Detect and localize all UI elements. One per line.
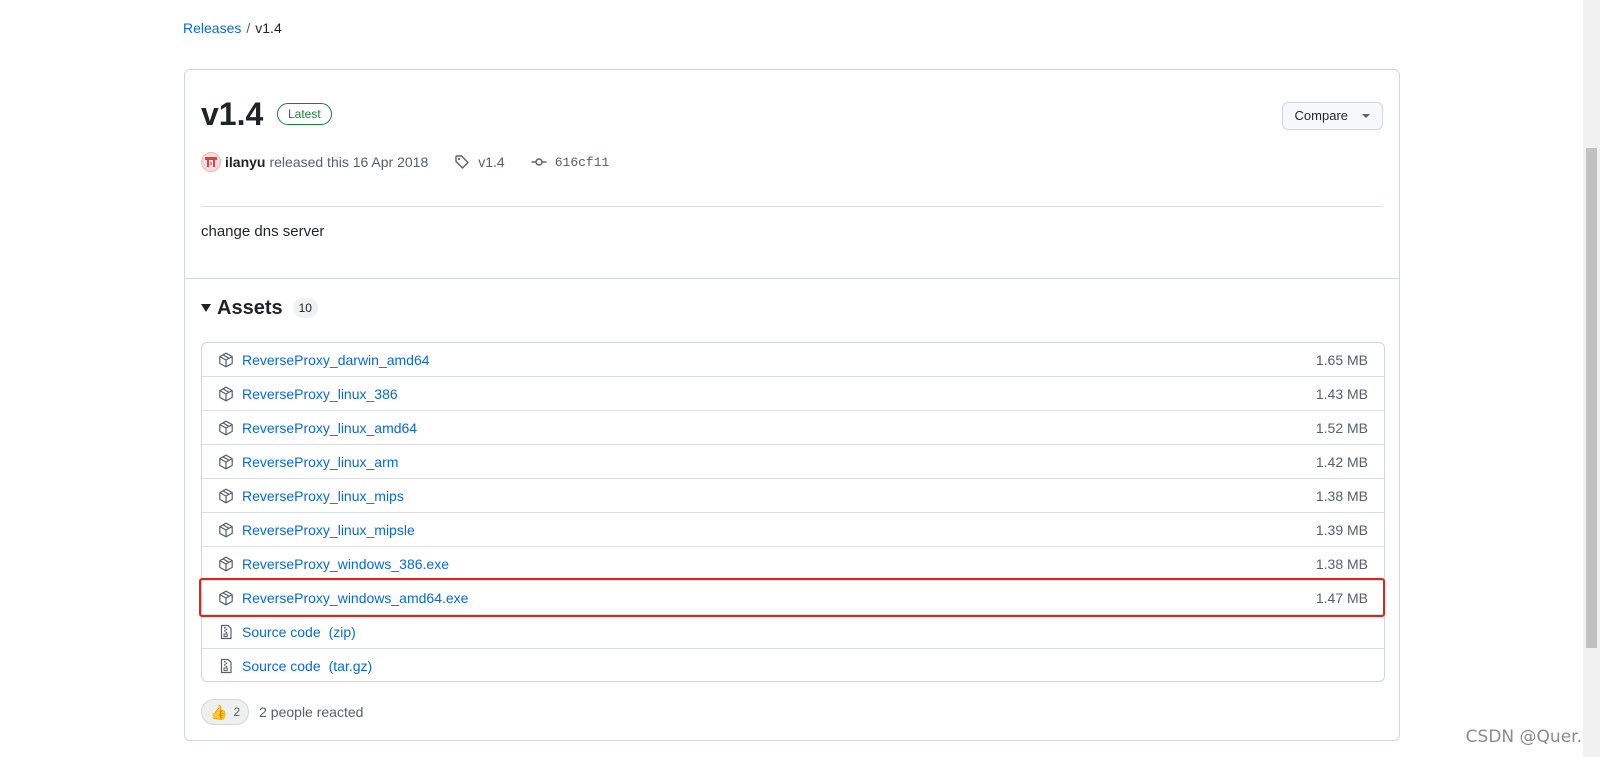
asset-size: 1.65 MB xyxy=(1315,351,1368,368)
watermark: CSDN @Quer. xyxy=(1465,727,1582,747)
tag-icon xyxy=(455,155,469,169)
asset-row: ReverseProxy_linux_386 1.43 MB xyxy=(202,376,1384,410)
release-meta: ilanyu released this 16 Apr 2018 v1.4 61… xyxy=(201,150,609,174)
asset-row: ReverseProxy_windows_386.exe 1.38 MB xyxy=(202,546,1384,580)
asset-row: ReverseProxy_darwin_amd64 1.65 MB xyxy=(202,343,1384,376)
asset-size: 1.39 MB xyxy=(1315,521,1368,538)
compare-button[interactable]: Compare xyxy=(1281,102,1383,130)
file-zip-icon xyxy=(220,624,232,639)
compare-label: Compare xyxy=(1294,108,1348,123)
thumbs-up-reaction-button[interactable]: 👍 2 xyxy=(201,699,250,725)
tag-link[interactable]: v1.4 xyxy=(454,154,505,170)
tag-name: v1.4 xyxy=(478,154,505,170)
asset-size: 1.42 MB xyxy=(1315,453,1368,470)
asset-row: ReverseProxy_linux_amd64 1.52 MB xyxy=(202,410,1384,444)
reaction-count: 2 xyxy=(233,705,241,719)
assets-title: Assets xyxy=(217,296,283,319)
release-card: v1.4 Latest Compare ilanyu released this… xyxy=(184,69,1400,741)
section-divider xyxy=(185,278,1399,279)
assets-toggle[interactable]: Assets 10 xyxy=(201,294,318,322)
asset-link[interactable]: ReverseProxy_windows_amd64.exe xyxy=(242,590,468,606)
asset-row: ReverseProxy_linux_mips 1.38 MB xyxy=(202,478,1384,512)
page: Releases / v1.4 v1.4 Latest Compare ilan… xyxy=(0,0,1600,757)
breadcrumb: Releases / v1.4 xyxy=(183,19,282,37)
package-icon xyxy=(219,556,233,571)
release-title[interactable]: v1.4 xyxy=(201,94,263,134)
latest-badge: Latest xyxy=(277,103,332,125)
file-zip-icon xyxy=(220,658,232,673)
scrollbar-thumb[interactable] xyxy=(1586,148,1597,648)
asset-size: 1.47 MB xyxy=(1315,589,1368,606)
asset-row: ReverseProxy_linux_mipsle 1.39 MB xyxy=(202,512,1384,546)
scrollbar[interactable] xyxy=(1583,0,1600,757)
package-icon xyxy=(219,488,233,503)
source-code-targz-link[interactable]: Source code xyxy=(242,658,321,674)
release-notes: change dns server xyxy=(201,223,325,240)
package-icon xyxy=(219,522,233,537)
assets-list: ReverseProxy_darwin_amd64 1.65 MB Revers… xyxy=(201,342,1385,682)
source-row: Source code (zip) xyxy=(202,614,1384,648)
assets-count-badge: 10 xyxy=(292,298,318,318)
avatar[interactable] xyxy=(201,152,221,172)
asset-size: 1.43 MB xyxy=(1315,385,1368,402)
commit-link[interactable]: 616cf11 xyxy=(531,154,610,170)
asset-row: ReverseProxy_linux_arm 1.42 MB xyxy=(202,444,1384,478)
package-icon xyxy=(219,590,233,605)
breadcrumb-separator: / xyxy=(246,20,251,36)
asset-link[interactable]: ReverseProxy_windows_386.exe xyxy=(242,556,449,572)
breadcrumb-releases-link[interactable]: Releases xyxy=(183,20,241,36)
header-divider xyxy=(201,206,1383,207)
commit-icon xyxy=(531,158,547,166)
avatar-image xyxy=(205,157,217,167)
breadcrumb-current: v1.4 xyxy=(255,20,282,36)
release-date: released this 16 Apr 2018 xyxy=(269,154,429,170)
asset-link[interactable]: ReverseProxy_linux_386 xyxy=(242,386,398,402)
asset-size: 1.38 MB xyxy=(1315,487,1368,504)
asset-size: 1.38 MB xyxy=(1315,555,1368,572)
caret-down-icon xyxy=(1362,114,1370,118)
package-icon xyxy=(219,352,233,367)
commit-sha: 616cf11 xyxy=(554,154,610,170)
source-format[interactable]: (zip) xyxy=(329,624,356,640)
thumbs-up-icon: 👍 xyxy=(210,704,228,720)
asset-link[interactable]: ReverseProxy_linux_mipsle xyxy=(242,522,415,538)
author-link[interactable]: ilanyu xyxy=(225,154,265,170)
asset-link[interactable]: ReverseProxy_darwin_amd64 xyxy=(242,352,430,368)
asset-link[interactable]: ReverseProxy_linux_amd64 xyxy=(242,420,417,436)
asset-row-highlighted: ReverseProxy_windows_amd64.exe 1.47 MB xyxy=(202,580,1384,614)
reactions: 👍 2 2 people reacted xyxy=(201,699,363,725)
release-header: v1.4 Latest Compare ilanyu released this… xyxy=(201,70,1383,270)
asset-link[interactable]: ReverseProxy_linux_mips xyxy=(242,488,404,504)
package-icon xyxy=(219,386,233,401)
source-code-zip-link[interactable]: Source code xyxy=(242,624,321,640)
asset-link[interactable]: ReverseProxy_linux_arm xyxy=(242,454,398,470)
package-icon xyxy=(219,420,233,435)
source-format[interactable]: (tar.gz) xyxy=(329,658,373,674)
reactions-summary: 2 people reacted xyxy=(259,704,364,720)
triangle-down-icon xyxy=(201,304,211,312)
package-icon xyxy=(219,454,233,469)
asset-size: 1.52 MB xyxy=(1315,419,1368,436)
source-row: Source code (tar.gz) xyxy=(202,648,1384,681)
